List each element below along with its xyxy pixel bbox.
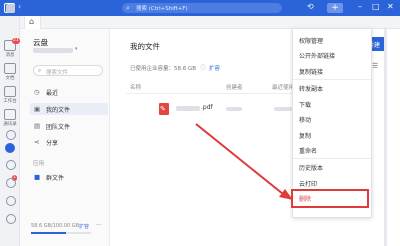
arrow-shaft [195,123,284,195]
pointer-arrow [195,123,293,200]
arrow-head [279,189,293,200]
